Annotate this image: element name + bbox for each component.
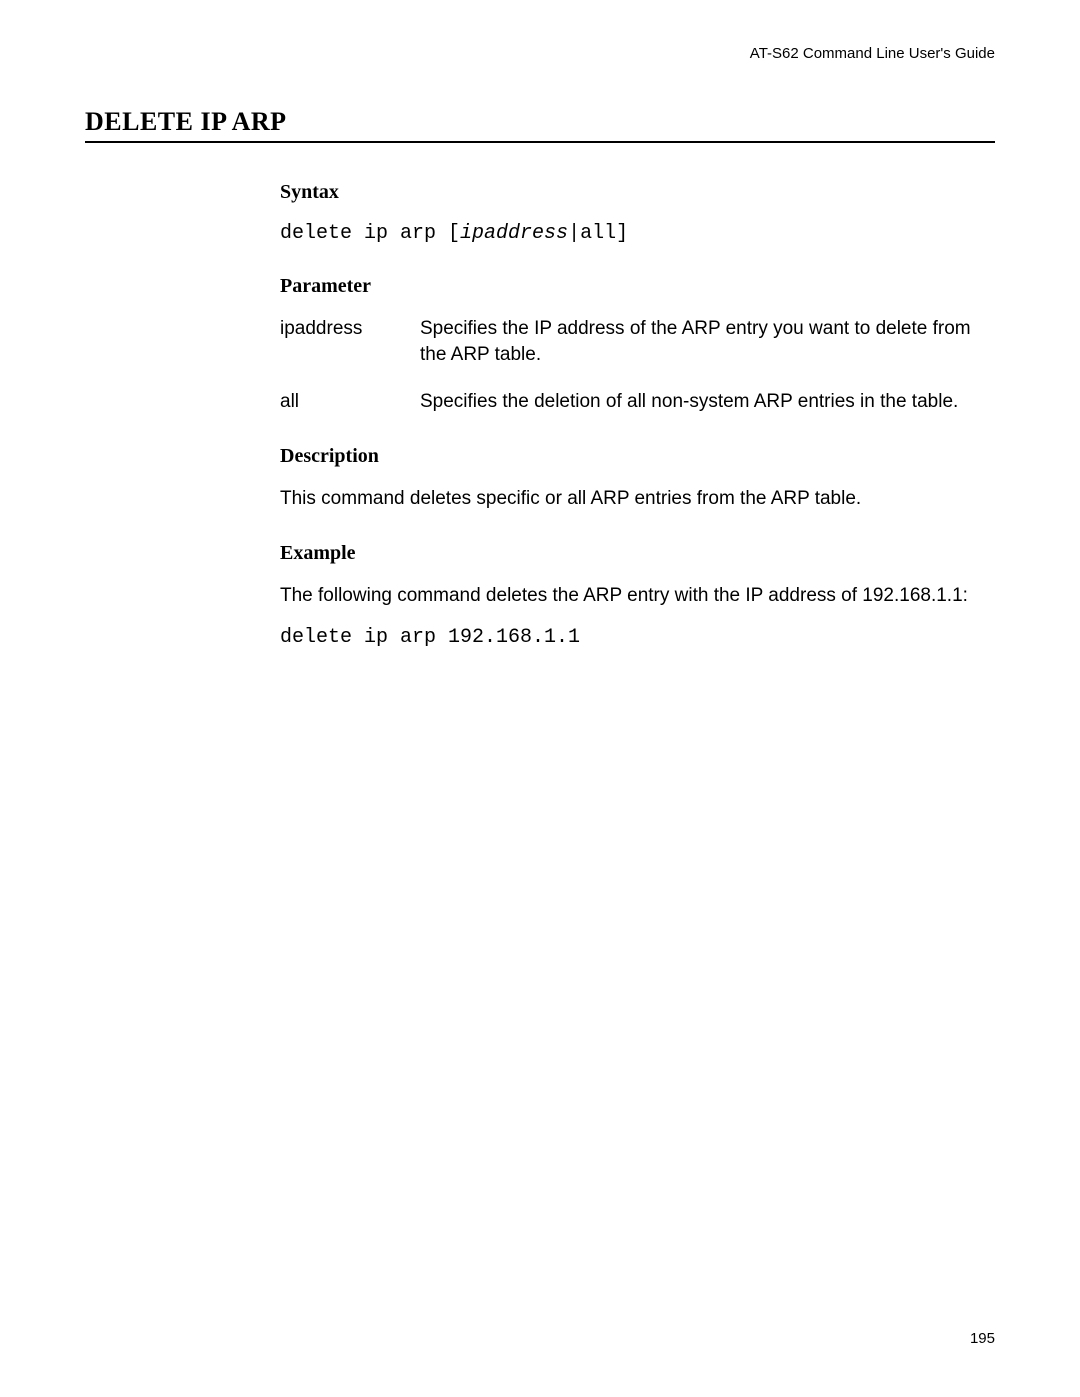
content-area: Syntax delete ip arp [ipaddress|all] Par… [280, 181, 995, 649]
syntax-line: delete ip arp [ipaddress|all] [280, 222, 995, 245]
page-number: 195 [970, 1330, 995, 1347]
header-guide-title: AT-S62 Command Line User's Guide [85, 45, 995, 62]
example-code: delete ip arp 192.168.1.1 [280, 626, 995, 649]
parameter-name: all [280, 389, 420, 415]
description-heading: Description [280, 445, 995, 468]
example-heading: Example [280, 542, 995, 565]
parameter-name: ipaddress [280, 316, 420, 367]
syntax-prefix: delete ip arp [ [280, 222, 460, 245]
parameter-heading: Parameter [280, 275, 995, 298]
parameter-description: Specifies the deletion of all non-system… [420, 389, 995, 415]
description-text: This command deletes specific or all ARP… [280, 486, 995, 512]
page-container: AT-S62 Command Line User's Guide DELETE … [0, 0, 1080, 1397]
command-title: DELETE IP ARP [85, 107, 995, 143]
parameter-description: Specifies the IP address of the ARP entr… [420, 316, 995, 367]
parameter-row: all Specifies the deletion of all non-sy… [280, 389, 995, 415]
syntax-heading: Syntax [280, 181, 995, 204]
syntax-suffix: |all] [568, 222, 628, 245]
example-text: The following command deletes the ARP en… [280, 583, 995, 609]
parameter-row: ipaddress Specifies the IP address of th… [280, 316, 995, 367]
syntax-italic: ipaddress [460, 222, 568, 245]
